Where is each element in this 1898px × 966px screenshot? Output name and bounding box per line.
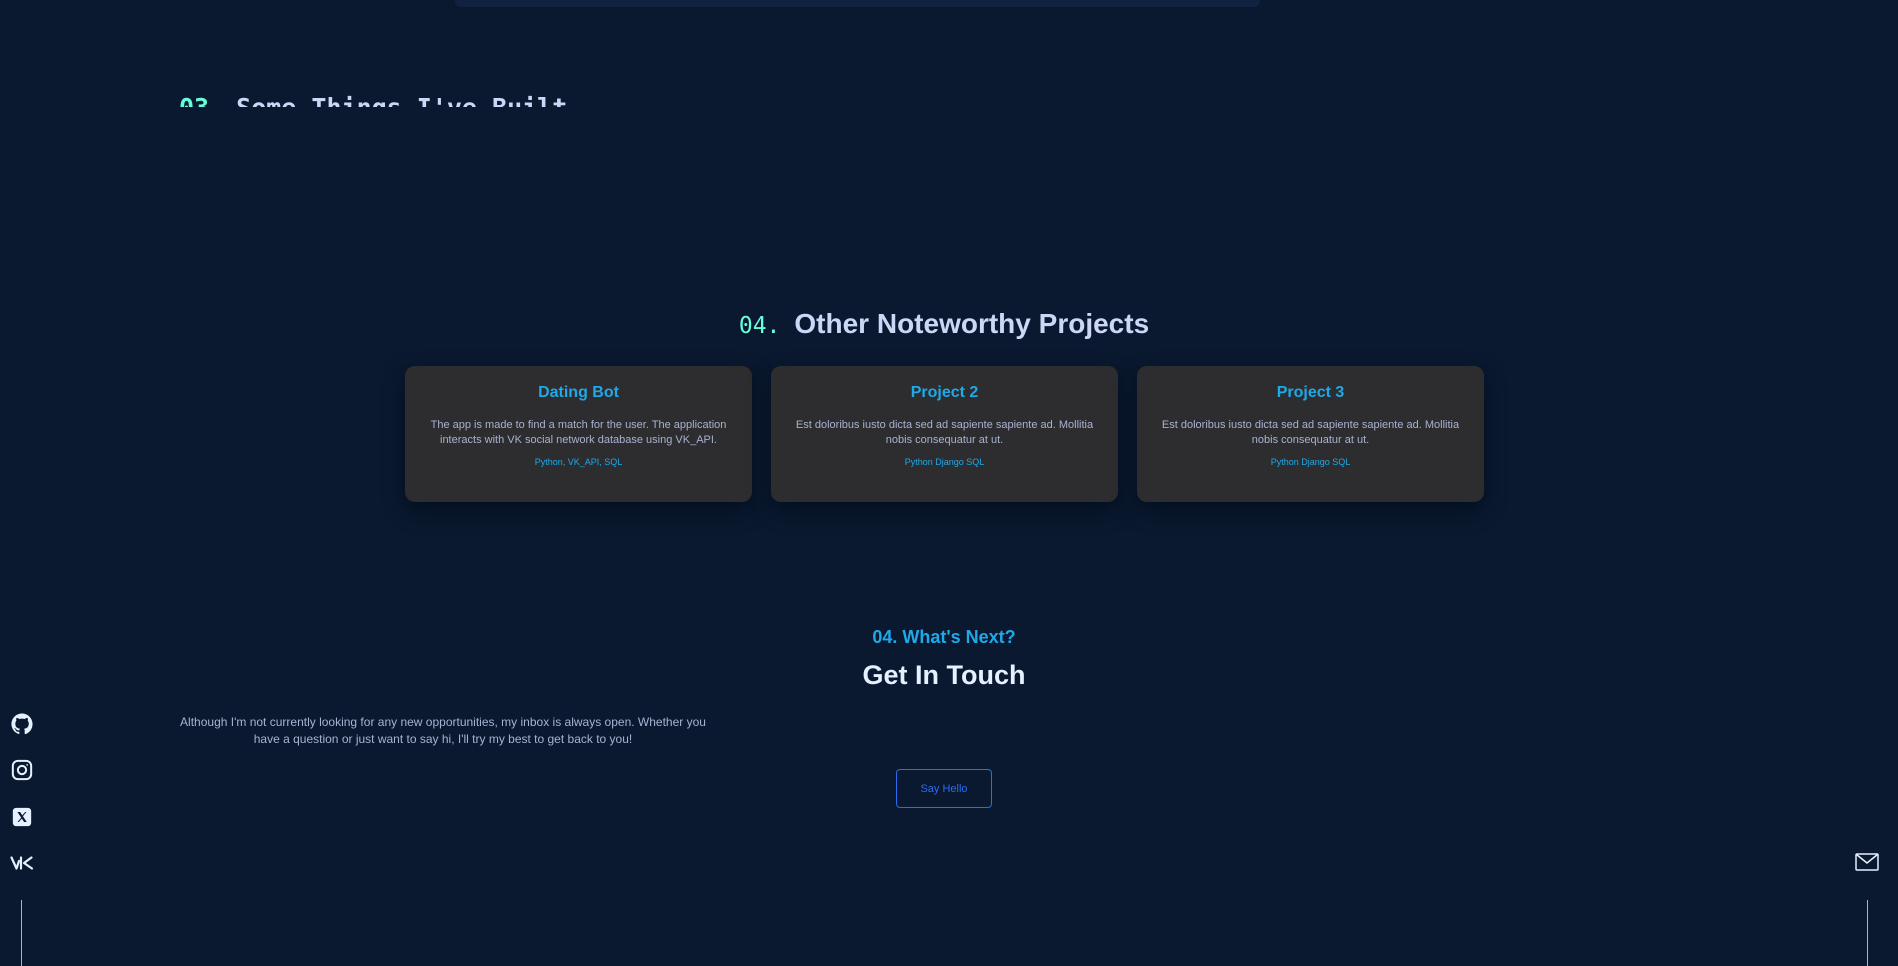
project-tech-list: Python Django SQL	[904, 457, 985, 467]
project-description: Est doloribus iusto dicta sed ad sapient…	[795, 419, 1094, 446]
mail-icon	[1855, 853, 1879, 871]
section-heading-other-projects: 04. Other Noteworthy Projects	[0, 308, 1888, 340]
github-link[interactable]	[9, 711, 35, 737]
section-title: Other Noteworthy Projects	[794, 308, 1150, 339]
say-hello-button[interactable]: Say Hello	[896, 769, 992, 808]
contact-title: Get In Touch	[862, 660, 1026, 690]
vk-link[interactable]	[9, 850, 35, 876]
x-twitter-link[interactable]	[9, 804, 35, 830]
previous-section-edge	[455, 0, 1260, 7]
section-title: Some Things I've Built	[236, 93, 567, 107]
x-twitter-icon	[12, 807, 32, 827]
github-icon	[11, 713, 33, 735]
project-tech-list: Python, VK_API, SQL	[534, 457, 623, 467]
section-heading-built: 03. Some Things I've Built	[179, 92, 567, 107]
project-card-project-2[interactable]: Project 2 Est doloribus iusto dicta sed …	[771, 366, 1118, 502]
portfolio-page: 03. Some Things I've Built 04. Other Notew…	[0, 0, 1898, 966]
project-tech-list: Python Django SQL	[1270, 457, 1351, 467]
project-description: Est doloribus iusto dicta sed ad sapient…	[1161, 419, 1460, 446]
email-link[interactable]	[1855, 853, 1881, 873]
right-sidebar-line	[1867, 900, 1868, 966]
vk-icon	[10, 856, 34, 870]
project-card-dating-bot[interactable]: Dating Bot The app is made to find a mat…	[405, 366, 752, 502]
section-number: 03.	[179, 93, 224, 107]
project-title[interactable]: Dating Bot	[405, 384, 752, 402]
section-number: 04.	[738, 313, 781, 339]
contact-text: Although I'm not currently looking for a…	[180, 715, 706, 746]
left-sidebar-line	[21, 900, 22, 966]
contact-overline: 04. What's Next?	[872, 627, 1016, 647]
project-description: The app is made to find a match for the …	[430, 419, 727, 446]
project-card-project-3[interactable]: Project 3 Est doloribus iusto dicta sed …	[1137, 366, 1484, 502]
project-title[interactable]: Project 2	[771, 384, 1118, 402]
project-title[interactable]: Project 3	[1137, 384, 1484, 402]
instagram-icon	[11, 759, 33, 781]
instagram-link[interactable]	[9, 757, 35, 783]
